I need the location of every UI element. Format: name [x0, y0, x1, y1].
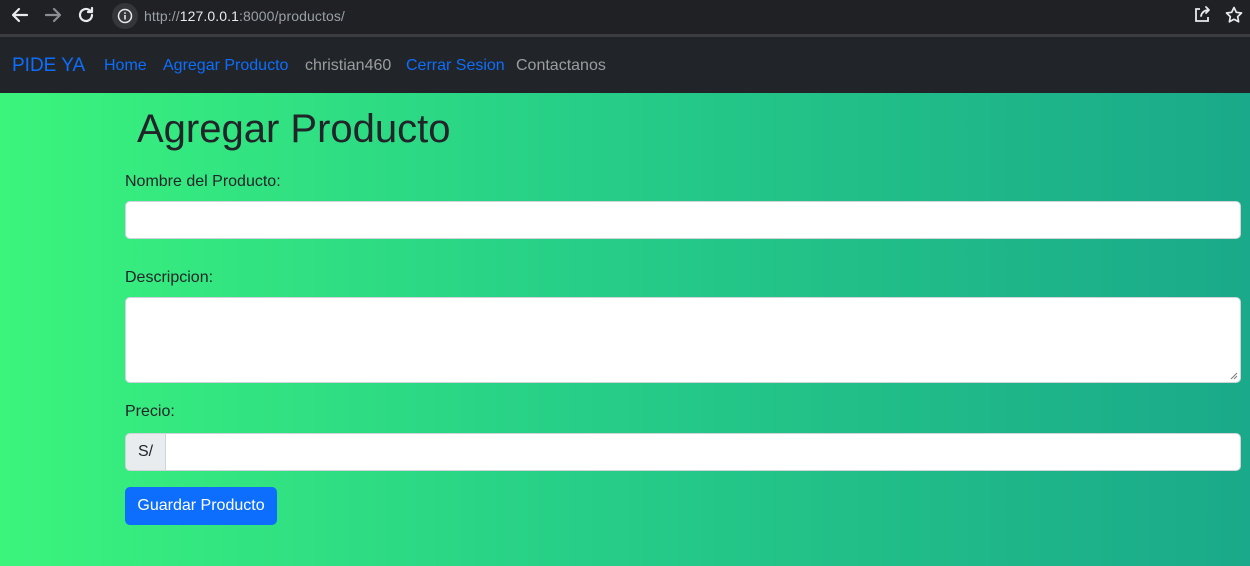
- nav-link-agregar-producto[interactable]: Agregar Producto: [163, 57, 288, 75]
- nav-link-username[interactable]: christian460: [305, 57, 391, 75]
- description-textarea[interactable]: [125, 297, 1241, 383]
- info-icon[interactable]: [112, 3, 138, 29]
- product-name-label: Nombre del Producto:: [125, 173, 281, 190]
- save-product-button[interactable]: Guardar Producto: [125, 487, 277, 525]
- star-icon[interactable]: [1223, 4, 1245, 26]
- back-arrow-icon[interactable]: [9, 4, 31, 26]
- address-bar[interactable]: http://127.0.0.1:8000/productos/: [110, 1, 1250, 31]
- url-text: http://127.0.0.1:8000/productos/: [144, 8, 345, 24]
- browser-toolbar: http://127.0.0.1:8000/productos/: [0, 0, 1250, 34]
- page-title: Agregar Producto: [137, 107, 451, 151]
- reload-icon[interactable]: [75, 4, 97, 26]
- navbar-brand[interactable]: PIDE YA: [12, 55, 85, 77]
- resize-grip-icon[interactable]: [1230, 372, 1238, 380]
- url-scheme: http://: [144, 8, 180, 24]
- main-content: Agregar Producto Nombre del Producto: De…: [0, 93, 1250, 566]
- nav-link-cerrar-sesion[interactable]: Cerrar Sesion: [406, 57, 505, 75]
- description-label: Descripcion:: [125, 269, 214, 286]
- price-label: Precio:: [125, 403, 175, 420]
- forward-arrow-icon[interactable]: [42, 4, 64, 26]
- nav-link-contactanos[interactable]: Contactanos: [516, 57, 606, 75]
- url-path: :8000/productos/: [239, 8, 345, 24]
- navbar: PIDE YA Home Agregar Producto christian4…: [0, 37, 1250, 93]
- product-name-input[interactable]: [125, 201, 1241, 239]
- nav-link-home[interactable]: Home: [104, 57, 147, 75]
- price-input[interactable]: [165, 433, 1241, 471]
- share-icon[interactable]: [1191, 4, 1213, 26]
- url-host: 127.0.0.1: [179, 8, 240, 24]
- price-input-group: S/: [125, 433, 1241, 471]
- currency-prefix: S/: [125, 433, 165, 471]
